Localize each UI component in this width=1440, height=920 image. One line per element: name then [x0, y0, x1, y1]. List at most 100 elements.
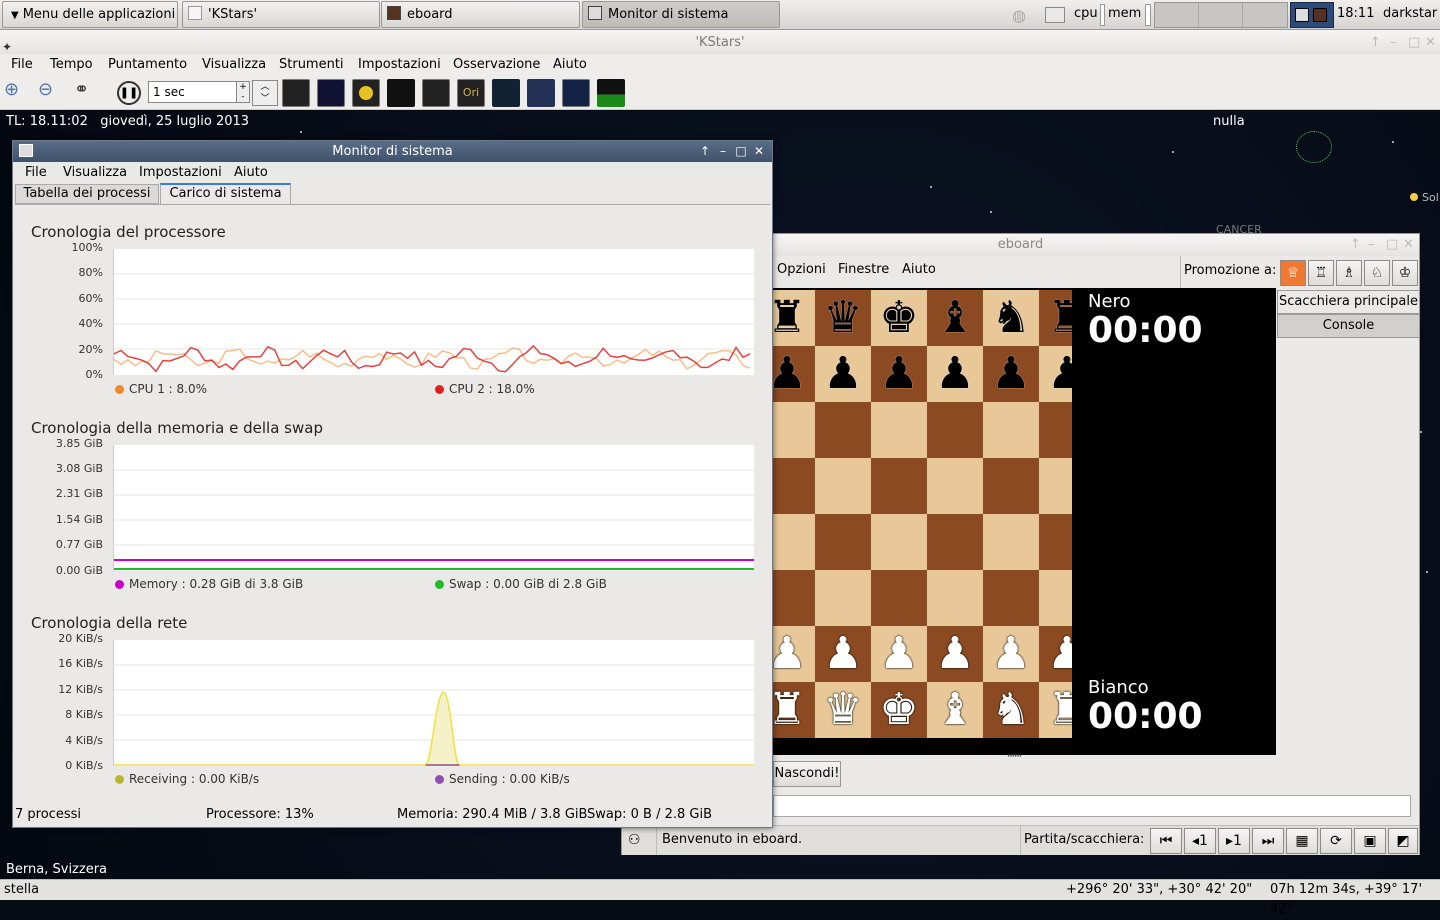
white-pawn-icon[interactable]: ♟ [1039, 626, 1072, 682]
first-move-icon[interactable]: ⏮ [1150, 828, 1182, 854]
deep-sky-toggle-icon[interactable] [317, 79, 345, 107]
back-one-button[interactable]: ◂1 [1184, 828, 1216, 854]
last-move-icon[interactable]: ⏭ [1252, 828, 1284, 854]
time-step-input[interactable] [148, 81, 238, 103]
eboard-menu-options[interactable]: Opzioni [777, 262, 826, 277]
comets-toggle-icon[interactable] [387, 79, 415, 107]
tab-console[interactable]: Console [1277, 314, 1420, 338]
kstars-menu-view[interactable]: Visualizza [202, 54, 266, 76]
black-king-icon[interactable]: ♚ [871, 290, 927, 346]
board-square[interactable] [871, 570, 927, 626]
kstars-keep-above-icon[interactable]: ↑ [1370, 30, 1381, 56]
promote-bishop-icon[interactable]: ♗ [1336, 260, 1362, 286]
workspace-switcher[interactable] [1154, 2, 1288, 28]
horizon-toggle-icon[interactable] [597, 79, 625, 107]
planets-toggle-icon[interactable] [352, 79, 380, 107]
zoom-out-icon[interactable]: ⊖ [38, 79, 66, 107]
hide-button[interactable]: Nascondi! [773, 761, 841, 787]
board-square[interactable] [871, 402, 927, 458]
board-square[interactable] [871, 514, 927, 570]
black-pawn-icon[interactable]: ♟ [983, 346, 1039, 402]
kstars-menu-file[interactable]: File [11, 54, 33, 76]
console-input[interactable] [773, 795, 1411, 817]
connection-icon[interactable]: ⚇ [628, 832, 641, 848]
sysmon-titlebar[interactable]: Monitor di sistema ↑ – □ ✕ [13, 141, 772, 162]
white-queen-icon[interactable]: ♛ [815, 682, 871, 738]
promote-rook-icon[interactable]: ♖ [1308, 260, 1334, 286]
splitter-handle[interactable]: '''''''' [1007, 753, 1022, 764]
kstars-menu-settings[interactable]: Impostazioni [358, 54, 441, 76]
constellation-art-icon[interactable] [492, 79, 520, 107]
workspace-3[interactable] [1243, 3, 1287, 27]
pause-icon[interactable]: ❚❚ [117, 81, 141, 105]
kstars-maximize-icon[interactable]: □ [1408, 30, 1420, 56]
move-list-icon[interactable]: ▦ [1286, 828, 1318, 854]
black-queen-icon[interactable]: ♛ [815, 290, 871, 346]
black-pawn-icon[interactable]: ♟ [815, 346, 871, 402]
promote-queen-icon[interactable]: ♕ [1280, 260, 1306, 286]
tab-system-load[interactable]: Carico di sistema [160, 183, 291, 204]
black-pawn-icon[interactable]: ♟ [1039, 346, 1072, 402]
eboard-minimize-icon[interactable]: – [1368, 234, 1375, 255]
white-bishop-icon[interactable]: ♝ [927, 682, 983, 738]
eboard-maximize-icon[interactable]: □ [1386, 234, 1398, 255]
constellation-names-icon[interactable]: Ori [457, 79, 485, 107]
kstars-minimize-icon[interactable]: – [1390, 30, 1397, 56]
clock[interactable]: 18:11 [1337, 6, 1374, 21]
workspace-4-active[interactable] [1290, 2, 1334, 28]
sysmon-app-icon[interactable] [19, 144, 33, 157]
applications-menu-button[interactable]: ▼ Menu delle applicazioni [2, 1, 178, 28]
board-square[interactable] [815, 514, 871, 570]
sysmon-maximize-icon[interactable]: □ [734, 144, 748, 158]
white-rook-icon[interactable]: ♜ [773, 682, 815, 738]
black-knight-icon[interactable]: ♞ [983, 290, 1039, 346]
time-units-arrows[interactable]: ︿ ﹀ [252, 80, 278, 106]
board-square[interactable] [983, 402, 1039, 458]
black-pawn-icon[interactable]: ♟ [773, 346, 815, 402]
sysmon-minimize-icon[interactable]: – [716, 144, 730, 158]
eboard-menu-help[interactable]: Aiuto [902, 262, 936, 277]
white-pawn-icon[interactable]: ♟ [815, 626, 871, 682]
board-square[interactable] [927, 570, 983, 626]
eboard-menu-windows[interactable]: Finestre [838, 262, 889, 277]
promote-knight-icon[interactable]: ♘ [1364, 260, 1390, 286]
board-square[interactable] [1039, 458, 1072, 514]
black-bishop-icon[interactable]: ♝ [927, 290, 983, 346]
constellation-lines-icon[interactable] [422, 79, 450, 107]
board-square[interactable] [773, 514, 815, 570]
flip-board-icon[interactable]: ⟳ [1320, 828, 1352, 854]
kstars-menu-pointing[interactable]: Puntamento [108, 54, 187, 76]
storage-icon[interactable] [1045, 7, 1065, 23]
black-pawn-icon[interactable]: ♟ [927, 346, 983, 402]
sysmon-menu-view[interactable]: Visualizza [63, 165, 127, 180]
eboard-keep-above-icon[interactable]: ↑ [1350, 234, 1361, 255]
grid-toggle-icon[interactable] [562, 79, 590, 107]
promote-king-icon[interactable]: ♔ [1392, 260, 1418, 286]
black-rook-icon[interactable]: ♜ [773, 290, 815, 346]
kstars-menu-help[interactable]: Aiuto [553, 54, 587, 76]
sound-icon[interactable]: ▣ [1354, 828, 1386, 854]
board-square[interactable] [1039, 514, 1072, 570]
board-view-icon[interactable]: ◩ [1388, 828, 1418, 854]
kstars-menu-time[interactable]: Tempo [50, 54, 93, 76]
workspace-2[interactable] [1199, 3, 1243, 27]
board-square[interactable] [927, 402, 983, 458]
white-pawn-icon[interactable]: ♟ [927, 626, 983, 682]
kstars-close-icon[interactable]: ✕ [1425, 30, 1436, 56]
workspace-1[interactable] [1155, 3, 1199, 27]
chess-board[interactable]: ♜ ♛ ♚ ♝ ♞ ♜ ♟ ♟ ♟ ♟ ♟ ♟ ♟ ♟ ♟ ♟ ♟ ♟ ♜ ♛ ♚ ♝ ♞ ♜ [773, 290, 1072, 738]
task-kstars[interactable]: 'KStars' [182, 1, 380, 28]
board-square[interactable] [773, 458, 815, 514]
kstars-menu-observation[interactable]: Osservazione [453, 54, 540, 76]
task-sysmon[interactable]: Monitor di sistema [582, 1, 780, 28]
board-square[interactable] [773, 570, 815, 626]
white-king-icon[interactable]: ♚ [871, 682, 927, 738]
binoculars-icon[interactable]: ⚭ [74, 79, 102, 107]
white-rook-icon[interactable]: ♜ [1039, 682, 1072, 738]
white-pawn-icon[interactable]: ♟ [871, 626, 927, 682]
sysmon-menu-help[interactable]: Aiuto [234, 165, 268, 180]
board-square[interactable] [1039, 570, 1072, 626]
board-square[interactable] [815, 402, 871, 458]
board-square[interactable] [871, 458, 927, 514]
sysmon-menu-settings[interactable]: Impostazioni [139, 165, 222, 180]
